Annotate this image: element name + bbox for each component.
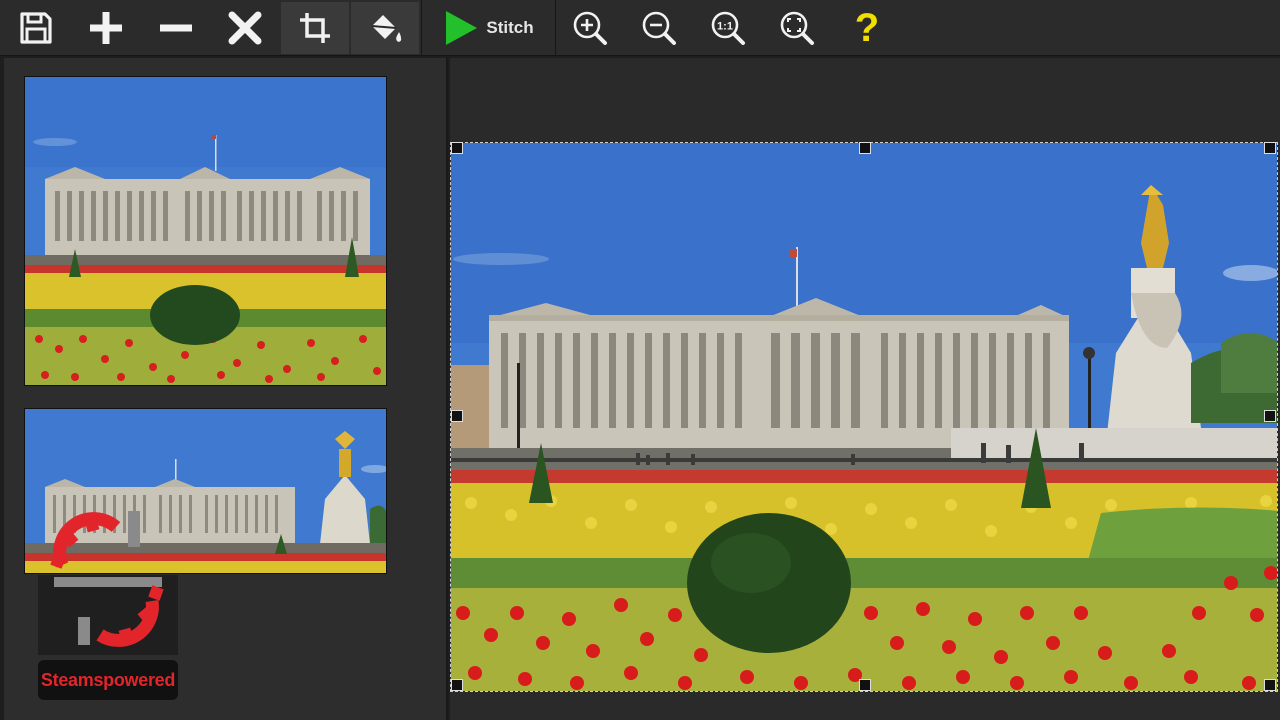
zoom-fit-button[interactable]: [773, 2, 821, 54]
stitch-canvas[interactable]: [450, 58, 1280, 720]
resize-handle-top-left[interactable]: [451, 142, 463, 154]
resize-handle-middle-right[interactable]: [1264, 410, 1276, 422]
paint-bucket-icon: [371, 15, 402, 42]
gear-logo-icon: [38, 511, 178, 655]
add-image-button[interactable]: [82, 2, 130, 54]
main-preview-image[interactable]: [450, 142, 1278, 692]
thumbnail-image-1[interactable]: [24, 76, 387, 386]
toolbar-separator: [555, 0, 556, 56]
help-icon: ?: [854, 6, 880, 50]
minus-icon: [160, 24, 192, 32]
crop-icon: [300, 13, 330, 43]
stitch-label: Stitch: [486, 18, 534, 37]
resize-handle-top-center[interactable]: [859, 142, 871, 154]
resize-handle-bottom-left[interactable]: [451, 679, 463, 691]
watermark-label: Steamspowered: [38, 660, 178, 700]
remove-image-button[interactable]: [152, 2, 200, 54]
palace-panorama: [451, 143, 1277, 691]
watermark-logo: Steamspowered: [38, 505, 178, 700]
palace-photo-1: [25, 77, 386, 385]
play-triangle-icon: [446, 11, 478, 45]
fill-button[interactable]: [351, 2, 419, 54]
floppy-disk-icon: [20, 12, 52, 44]
clear-button[interactable]: [221, 2, 269, 54]
resize-handle-middle-left[interactable]: [451, 410, 463, 422]
zoom-out-button[interactable]: [635, 2, 683, 54]
resize-handle-bottom-right[interactable]: [1264, 679, 1276, 691]
zoom-actual-size-button[interactable]: 1:1: [704, 2, 752, 54]
crop-button[interactable]: [281, 2, 349, 54]
zoom-fit-icon: [780, 11, 814, 45]
save-button[interactable]: [12, 2, 60, 54]
plus-icon: [90, 12, 122, 44]
toolbar-separator: [421, 0, 422, 56]
zoom-out-icon: [642, 11, 676, 45]
zoom-in-icon: [573, 11, 607, 45]
help-button[interactable]: ?: [843, 2, 891, 54]
zoom-actual-size-icon: 1:1: [711, 11, 745, 45]
resize-handle-top-right[interactable]: [1264, 142, 1276, 154]
x-icon: [228, 11, 262, 45]
resize-handle-bottom-center[interactable]: [859, 679, 871, 691]
zoom-actual-label: 1:1: [717, 21, 733, 33]
stitch-button[interactable]: Stitch: [424, 2, 554, 54]
toolbar: Stitch 1:1 ?: [0, 0, 1280, 56]
zoom-in-button[interactable]: [566, 2, 614, 54]
